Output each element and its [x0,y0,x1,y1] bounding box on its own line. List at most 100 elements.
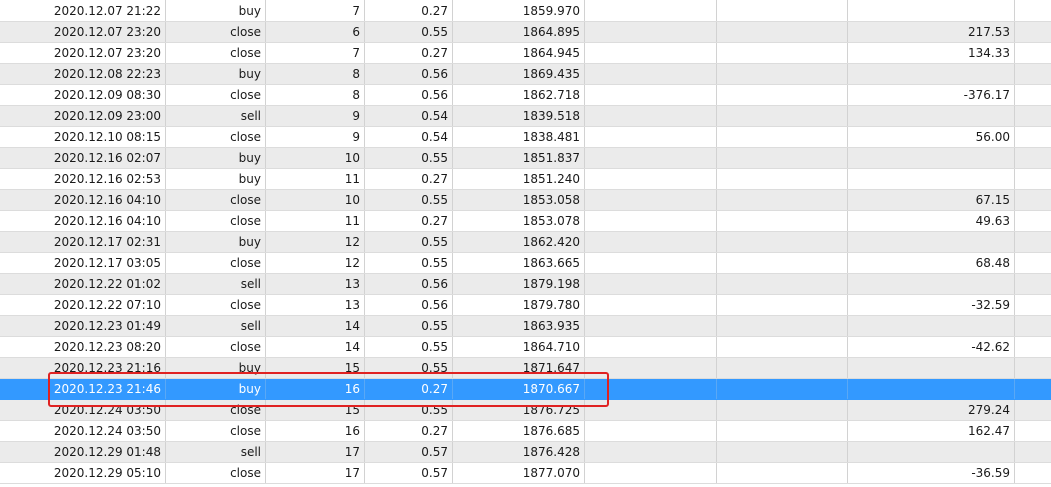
profit-cell [848,148,1015,168]
sl-cell [585,0,717,21]
sl-cell [585,127,717,147]
price-cell: 1839.518 [453,106,585,126]
selected-table-row[interactable]: 2020.12.23 21:46 buy 16 0.27 1870.667 [0,379,1051,400]
order-cell: 15 [266,358,365,378]
table-row[interactable]: 2020.12.24 03:50 close 15 0.55 1876.725 … [0,400,1051,421]
table-row[interactable]: 2020.12.23 21:16 buy 15 0.55 1871.647 [0,358,1051,379]
tp-cell [717,274,848,294]
balance-cell [1015,64,1051,84]
tp-cell [717,316,848,336]
order-cell: 13 [266,274,365,294]
profit-cell: -36.59 [848,463,1015,483]
time-cell: 2020.12.16 04:10 [0,211,166,231]
price-cell: 1864.945 [453,43,585,63]
price-cell: 1871.647 [453,358,585,378]
order-cell: 15 [266,400,365,420]
time-cell: 2020.12.29 01:48 [0,442,166,462]
table-row[interactable]: 2020.12.16 02:07 buy 10 0.55 1851.837 [0,148,1051,169]
size-cell: 0.27 [365,0,453,21]
balance-cell [1015,148,1051,168]
balance-cell [1015,22,1051,42]
table-row[interactable]: 2020.12.24 03:50 close 16 0.27 1876.685 … [0,421,1051,442]
sl-cell [585,148,717,168]
time-cell: 2020.12.29 05:10 [0,463,166,483]
order-cell: 16 [266,421,365,441]
time-cell: 2020.12.22 01:02 [0,274,166,294]
order-cell: 14 [266,337,365,357]
table-row[interactable]: 2020.12.09 23:00 sell 9 0.54 1839.518 [0,106,1051,127]
table-row[interactable]: 2020.12.16 04:10 close 10 0.55 1853.058 … [0,190,1051,211]
price-cell: 1851.240 [453,169,585,189]
profit-cell [848,379,1015,399]
balance-cell [1015,295,1051,315]
order-cell: 7 [266,43,365,63]
size-cell: 0.57 [365,463,453,483]
balance-cell [1015,442,1051,462]
table-row[interactable]: 2020.12.16 04:10 close 11 0.27 1853.078 … [0,211,1051,232]
order-cell: 12 [266,232,365,252]
price-cell: 1876.725 [453,400,585,420]
size-cell: 0.55 [365,253,453,273]
tp-cell [717,22,848,42]
time-cell: 2020.12.24 03:50 [0,400,166,420]
profit-cell: 217.53 [848,22,1015,42]
table-row[interactable]: 2020.12.09 08:30 close 8 0.56 1862.718 -… [0,85,1051,106]
price-cell: 1864.895 [453,22,585,42]
type-cell: close [166,253,266,273]
profit-cell [848,358,1015,378]
table-row[interactable]: 2020.12.16 02:53 buy 11 0.27 1851.240 [0,169,1051,190]
type-cell: buy [166,232,266,252]
order-cell: 14 [266,316,365,336]
sl-cell [585,64,717,84]
table-row[interactable]: 2020.12.17 02:31 buy 12 0.55 1862.420 [0,232,1051,253]
balance-cell [1015,106,1051,126]
tp-cell [717,253,848,273]
balance-cell [1015,0,1051,21]
size-cell: 0.56 [365,274,453,294]
profit-cell: 134.33 [848,43,1015,63]
profit-cell [848,169,1015,189]
sl-cell [585,169,717,189]
time-cell: 2020.12.22 07:10 [0,295,166,315]
table-row[interactable]: 2020.12.23 01:49 sell 14 0.55 1863.935 [0,316,1051,337]
price-cell: 1862.718 [453,85,585,105]
table-row[interactable]: 2020.12.22 07:10 close 13 0.56 1879.780 … [0,295,1051,316]
table-row[interactable]: 2020.12.10 08:15 close 9 0.54 1838.481 5… [0,127,1051,148]
size-cell: 0.27 [365,43,453,63]
table-row[interactable]: 2020.12.07 21:22 buy 7 0.27 1859.970 [0,0,1051,22]
sl-cell [585,358,717,378]
time-cell: 2020.12.08 22:23 [0,64,166,84]
type-cell: sell [166,274,266,294]
time-cell: 2020.12.23 21:16 [0,358,166,378]
table-row[interactable]: 2020.12.07 23:20 close 6 0.55 1864.895 2… [0,22,1051,43]
balance-cell [1015,232,1051,252]
time-cell: 2020.12.23 21:46 [0,379,166,399]
price-cell: 1853.078 [453,211,585,231]
tp-cell [717,358,848,378]
table-row[interactable]: 2020.12.23 08:20 close 14 0.55 1864.710 … [0,337,1051,358]
price-cell: 1879.780 [453,295,585,315]
tp-cell [717,85,848,105]
profit-cell: 49.63 [848,211,1015,231]
table-row[interactable]: 2020.12.07 23:20 close 7 0.27 1864.945 1… [0,43,1051,64]
profit-cell: 68.48 [848,253,1015,273]
table-row[interactable]: 2020.12.29 01:48 sell 17 0.57 1876.428 [0,442,1051,463]
time-cell: 2020.12.07 23:20 [0,22,166,42]
type-cell: close [166,85,266,105]
balance-cell [1015,127,1051,147]
price-cell: 1869.435 [453,64,585,84]
time-cell: 2020.12.23 08:20 [0,337,166,357]
size-cell: 0.55 [365,316,453,336]
table-row[interactable]: 2020.12.29 05:10 close 17 0.57 1877.070 … [0,463,1051,484]
profit-cell: -376.17 [848,85,1015,105]
table-row[interactable]: 2020.12.17 03:05 close 12 0.55 1863.665 … [0,253,1051,274]
size-cell: 0.55 [365,337,453,357]
sl-cell [585,190,717,210]
table-row[interactable]: 2020.12.08 22:23 buy 8 0.56 1869.435 [0,64,1051,85]
price-cell: 1859.970 [453,0,585,21]
tp-cell [717,463,848,483]
balance-cell [1015,85,1051,105]
tp-cell [717,127,848,147]
size-cell: 0.54 [365,127,453,147]
table-row[interactable]: 2020.12.22 01:02 sell 13 0.56 1879.198 [0,274,1051,295]
